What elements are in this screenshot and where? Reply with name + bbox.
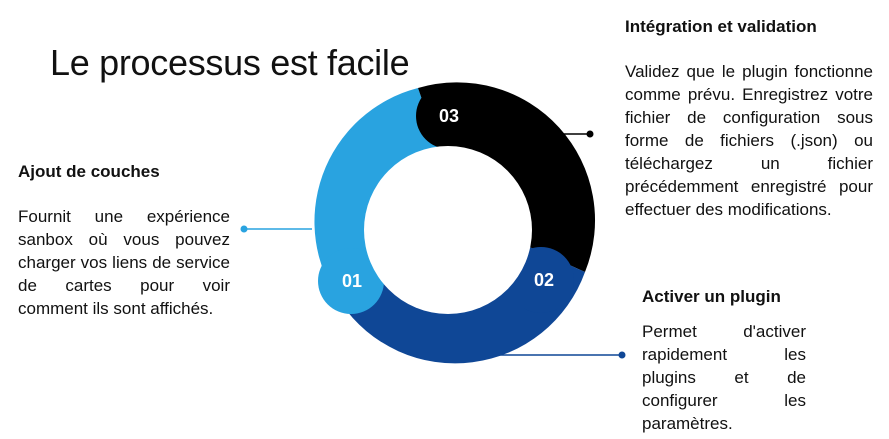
step-number-2: 02 <box>534 270 554 290</box>
step-2-description: Permet d'activer rapidement les plugins … <box>642 322 806 433</box>
ring-center <box>364 146 532 314</box>
step-1-heading: Ajout de couches <box>18 162 160 181</box>
step-2-heading: Activer un plugin <box>642 287 781 306</box>
step-number-1: 01 <box>342 271 362 291</box>
step-3-description: Validez que le plugin fonctionne comme p… <box>625 62 873 219</box>
step-1-description: Fournit une expérience sanbox où vous po… <box>18 207 230 318</box>
step-3-heading: Intégration et validation <box>625 17 817 36</box>
step-number-3: 03 <box>439 106 459 126</box>
connector-step-1 <box>240 225 312 233</box>
